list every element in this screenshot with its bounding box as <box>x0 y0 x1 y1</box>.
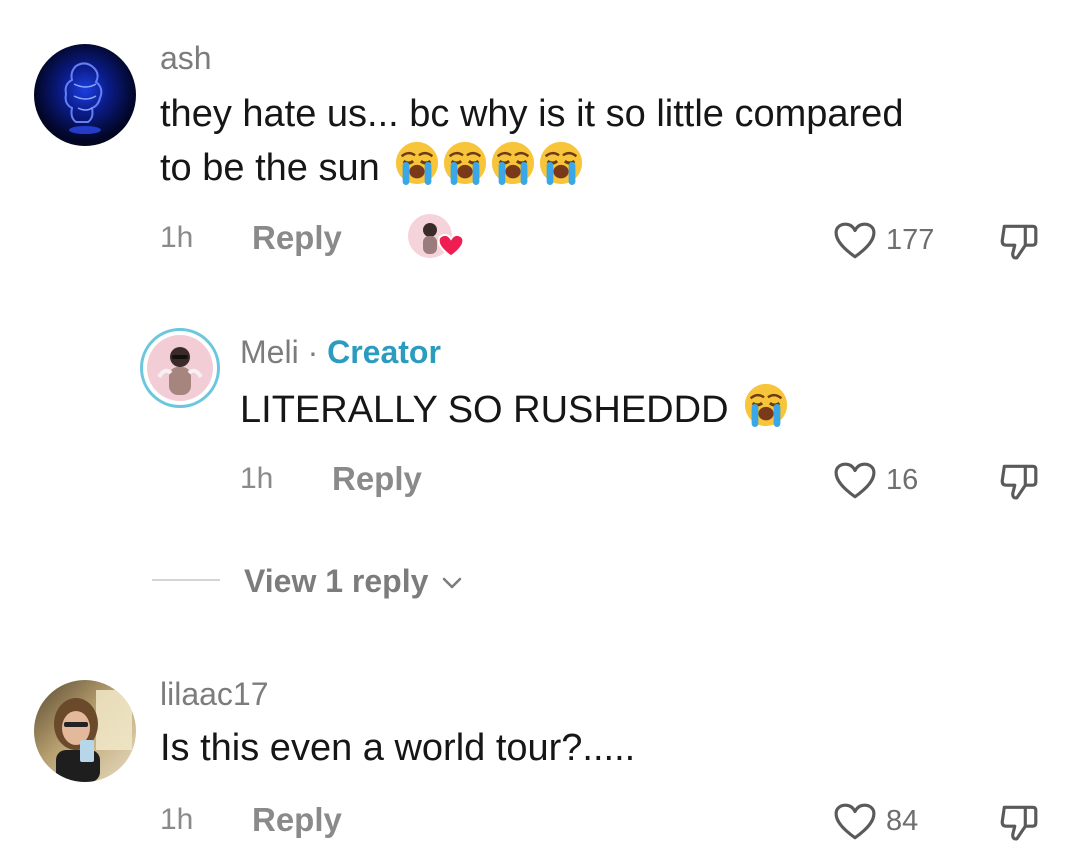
like-button[interactable]: 16 <box>834 460 944 500</box>
comment-text-line: to be the sun <box>160 140 1050 194</box>
dislike-icon[interactable] <box>998 460 1040 502</box>
avatar-image-icon <box>64 62 103 134</box>
reply-button[interactable]: Reply <box>252 218 342 258</box>
avatar[interactable] <box>34 680 136 782</box>
avatar-image-icon <box>54 690 132 782</box>
view-replies-button[interactable]: View 1 reply <box>244 561 463 601</box>
like-button[interactable]: 84 <box>834 801 944 841</box>
avatar[interactable] <box>34 44 136 146</box>
like-count: 177 <box>886 224 935 256</box>
dislike-icon[interactable] <box>998 220 1040 262</box>
like-count: 16 <box>886 464 919 496</box>
chevron-down-icon <box>443 577 462 589</box>
reply-button[interactable]: Reply <box>252 800 342 840</box>
creator-badge: Creator <box>327 334 441 370</box>
comment-text-line: they hate us... bc why is it so little c… <box>160 93 904 135</box>
like-button[interactable]: 177 <box>834 220 944 260</box>
creator-liked-badge <box>408 214 464 262</box>
avatar-image <box>147 335 213 401</box>
heart-outline-icon <box>834 222 876 260</box>
comment-username[interactable]: lilaac17 <box>160 674 269 714</box>
crying-face-icon <box>743 382 789 428</box>
reply-text-content: LITERALLY SO RUSHEDDD <box>240 389 729 431</box>
person-icon <box>157 347 203 395</box>
like-count: 84 <box>886 805 919 837</box>
replies-divider <box>152 579 220 581</box>
creator-avatar[interactable] <box>140 328 220 408</box>
heart-outline-icon <box>834 803 876 841</box>
reply-header: Meli · Creator <box>240 332 441 372</box>
crying-face-icon <box>442 140 488 186</box>
comment-username[interactable]: ash <box>160 38 212 78</box>
heart-outline-icon <box>834 462 876 500</box>
reply-text: LITERALLY SO RUSHEDDD <box>240 382 789 436</box>
dislike-icon[interactable] <box>998 801 1040 843</box>
comment-time: 1h <box>160 221 194 254</box>
crying-face-icon <box>490 140 536 186</box>
comment-text-line-content: to be the sun <box>160 147 380 189</box>
heart-icon <box>438 234 464 258</box>
comment-time: 1h <box>160 803 194 836</box>
comment-text: Is this even a world tour?..... <box>160 727 636 769</box>
reply-username[interactable]: Meli <box>240 334 299 370</box>
crying-face-icon <box>538 140 584 186</box>
separator-dot: · <box>298 334 328 370</box>
reply-button[interactable]: Reply <box>332 459 422 499</box>
reply-time: 1h <box>240 462 274 495</box>
comment-text: they hate us... bc why is it so little c… <box>160 88 1050 194</box>
view-replies-label: View 1 reply <box>244 563 429 599</box>
crying-face-icon <box>394 140 440 186</box>
